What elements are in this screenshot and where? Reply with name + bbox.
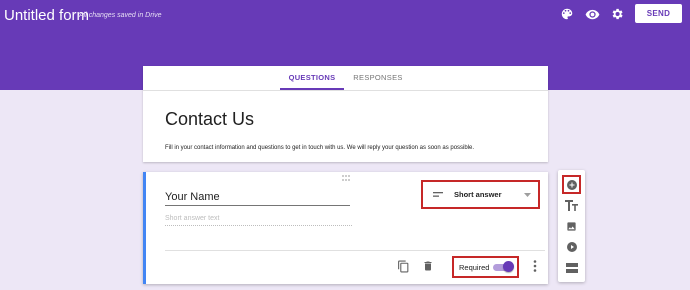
more-options-icon[interactable] <box>528 259 542 273</box>
required-toggle-thumb[interactable] <box>503 261 514 272</box>
question-type-select[interactable]: Short answer <box>421 180 540 209</box>
question-title[interactable]: Your Name <box>165 191 220 203</box>
title-text-icon[interactable] <box>562 196 581 215</box>
form-description[interactable]: Fill in your contact information and que… <box>165 145 474 151</box>
palette-icon[interactable] <box>559 6 575 22</box>
question-title-underline <box>165 205 350 206</box>
drag-handle-icon[interactable] <box>342 175 352 181</box>
form-name[interactable]: Untitled form <box>4 7 89 24</box>
duplicate-icon[interactable] <box>396 259 410 273</box>
side-toolbar <box>558 170 585 282</box>
tab-responses[interactable]: RESPONSES <box>348 73 408 86</box>
trash-icon[interactable] <box>421 259 435 273</box>
add-question-icon[interactable] <box>562 175 581 194</box>
image-icon[interactable] <box>562 217 581 236</box>
gear-icon[interactable] <box>609 6 625 22</box>
send-button[interactable]: SEND <box>635 4 682 23</box>
eye-icon[interactable] <box>584 6 600 22</box>
short-answer-icon <box>433 192 443 197</box>
form-title[interactable]: Contact Us <box>165 109 254 130</box>
tab-questions[interactable]: QUESTIONS <box>280 73 344 86</box>
video-icon[interactable] <box>562 237 581 256</box>
answer-placeholder: Short answer text <box>165 215 220 222</box>
required-label: Required <box>459 263 490 272</box>
chevron-down-icon <box>524 193 531 197</box>
save-status: All changes saved in Drive <box>79 12 162 19</box>
answer-underline <box>165 225 352 226</box>
question-card[interactable]: Your Name Short answer text Short answer… <box>143 172 548 284</box>
section-icon[interactable] <box>562 258 581 277</box>
form-header-card: QUESTIONS RESPONSES Contact Us Fill in y… <box>143 66 548 162</box>
tab-divider <box>143 90 548 91</box>
question-type-label: Short answer <box>454 190 502 199</box>
required-toggle-group[interactable]: Required <box>452 256 519 278</box>
question-footer-divider <box>165 250 545 251</box>
